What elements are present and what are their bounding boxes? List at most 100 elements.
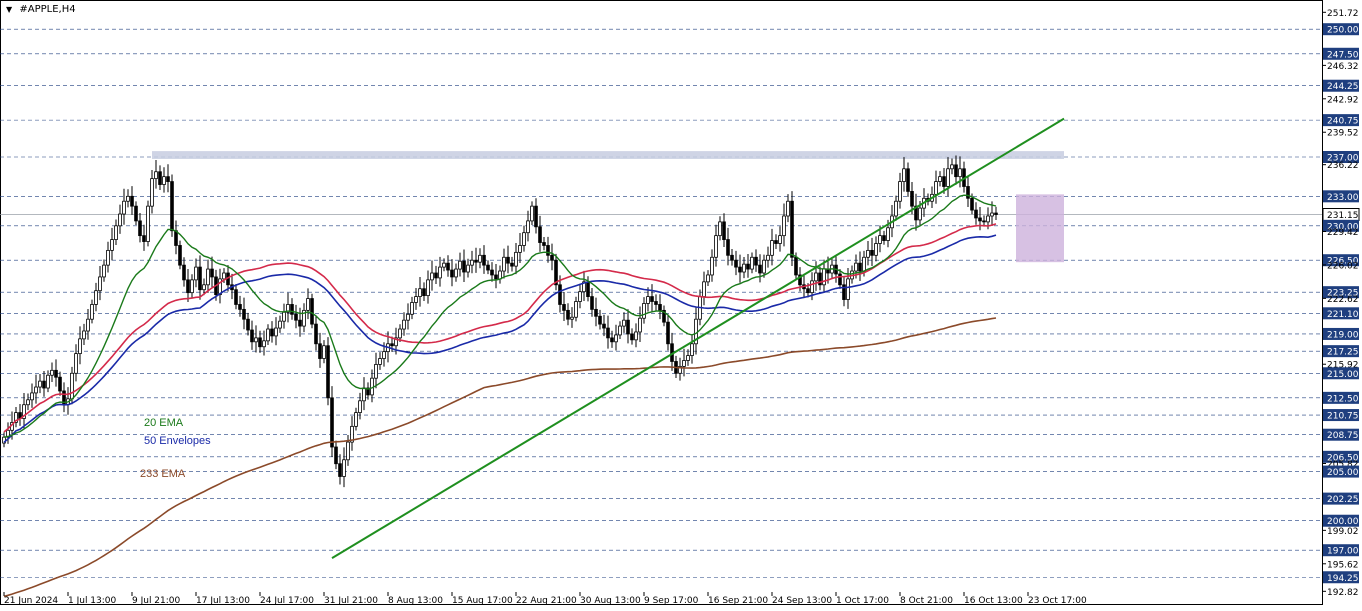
- candle-body: [190, 279, 194, 294]
- candle-body: [374, 364, 378, 379]
- chart-root: 20 EMA 50 Envelopes 233 EMA 251.72 250.00 247…: [0, 0, 1362, 611]
- candle-body: [362, 387, 366, 402]
- candle-body: [770, 240, 774, 256]
- candle-body: [690, 343, 694, 356]
- candle-body: [126, 195, 130, 202]
- candle-body: [70, 372, 74, 400]
- candle-body: [886, 227, 890, 241]
- y-tick-label: 195.62: [1327, 560, 1359, 570]
- x-tick-label: 1 Oct 17:00: [836, 596, 889, 606]
- candle-body: [310, 298, 314, 325]
- y-tick-label: 197.00: [1327, 547, 1359, 557]
- candle-body: [838, 273, 842, 286]
- candle-body: [602, 323, 606, 329]
- candle-body: [638, 317, 642, 333]
- candle-body: [650, 296, 654, 302]
- candle-body: [598, 315, 602, 325]
- candle-body: [174, 230, 178, 246]
- candle-body: [418, 288, 422, 297]
- y-tick-label: 246.32: [1327, 62, 1359, 72]
- candle-body: [122, 200, 126, 215]
- candle-body: [710, 256, 714, 276]
- y-tick-label: 202.25: [1327, 495, 1359, 505]
- triangle-down-icon[interactable]: ▼: [6, 5, 12, 14]
- candle-body: [714, 235, 718, 258]
- symbol-title-text: #APPLE,H4: [19, 4, 76, 15]
- candle-body: [626, 319, 630, 335]
- y-tick-label: 233.00: [1327, 193, 1359, 203]
- candle-body: [494, 274, 498, 280]
- candle-body: [162, 176, 166, 185]
- candle-body: [738, 266, 742, 273]
- chart-svg[interactable]: 20 EMA 50 Envelopes 233 EMA 251.72 250.00 247…: [0, 0, 1362, 611]
- candle-body: [910, 191, 914, 207]
- candle-body: [142, 235, 146, 242]
- candle-body: [146, 205, 150, 242]
- y-tick-label: 205.00: [1327, 468, 1359, 478]
- y-tick-label: 200.00: [1327, 517, 1359, 527]
- candle-body: [442, 262, 446, 268]
- candle-body: [618, 325, 622, 336]
- candle-body: [26, 399, 30, 406]
- x-tick-label: 31 Jul 21:00: [324, 596, 378, 606]
- plot-border: [0, 0, 1323, 605]
- x-tick-label: 16 Oct 13:00: [964, 596, 1023, 606]
- candle-body: [746, 263, 750, 270]
- candle-body: [134, 205, 138, 222]
- candle-body: [514, 251, 518, 267]
- candle-body: [30, 392, 34, 401]
- candle-body: [794, 256, 798, 276]
- candle-body: [586, 281, 590, 297]
- candle-body: [646, 296, 650, 304]
- candle-body: [990, 212, 994, 217]
- candle-body: [382, 351, 386, 359]
- candle-body: [754, 256, 758, 266]
- candle-body: [810, 280, 814, 294]
- y-tick-label: 239.52: [1327, 129, 1359, 139]
- candle-body: [422, 288, 426, 297]
- y-tick-label: 215.00: [1327, 370, 1359, 380]
- candle-body: [462, 260, 466, 273]
- candle-body: [482, 254, 486, 266]
- candle-body: [862, 256, 866, 272]
- candle-body: [182, 264, 186, 281]
- candle-body: [446, 262, 450, 271]
- y-tick-label: 226.02: [1327, 261, 1359, 271]
- candle-body: [58, 376, 62, 392]
- candle-body: [106, 249, 110, 266]
- candle-body: [258, 337, 262, 348]
- candle-body: [298, 319, 302, 327]
- candle-body: [730, 254, 734, 261]
- candle-body: [970, 197, 974, 211]
- candle-body: [866, 249, 870, 258]
- candle-body: [874, 243, 878, 256]
- legend-label: 20 EMA: [144, 417, 184, 429]
- candle-body: [722, 221, 726, 240]
- symbol-title[interactable]: ▼ #APPLE,H4: [6, 4, 76, 15]
- candle-body: [934, 181, 938, 195]
- y-tick-label: 250.00: [1327, 26, 1359, 36]
- candle-body: [234, 289, 238, 305]
- candle-body: [338, 463, 342, 477]
- candle-body: [354, 412, 358, 427]
- candle-body: [974, 209, 978, 219]
- candle-body: [342, 459, 346, 477]
- candle-body: [902, 168, 906, 182]
- candle-body: [90, 304, 94, 320]
- candle-body: [130, 195, 134, 207]
- candle-body: [606, 327, 610, 339]
- candle-body: [594, 308, 598, 317]
- y-tick-label: 231.15: [1327, 211, 1359, 221]
- candle-body: [490, 269, 494, 276]
- candle-body: [378, 358, 382, 365]
- candle-body: [942, 176, 946, 187]
- candle-body: [898, 181, 902, 202]
- candle-body: [486, 264, 490, 271]
- candle-body: [642, 303, 646, 319]
- candle-body: [318, 343, 322, 359]
- candle-body: [814, 272, 818, 282]
- x-tick-label: 23 Oct 17:00: [1028, 596, 1087, 606]
- y-axis: 251.72 250.00 247.50 246.32 244.25 242.92 240.…: [1322, 9, 1360, 598]
- x-tick-label: 21 Jun 2024: [4, 596, 58, 606]
- candle-body: [242, 308, 246, 320]
